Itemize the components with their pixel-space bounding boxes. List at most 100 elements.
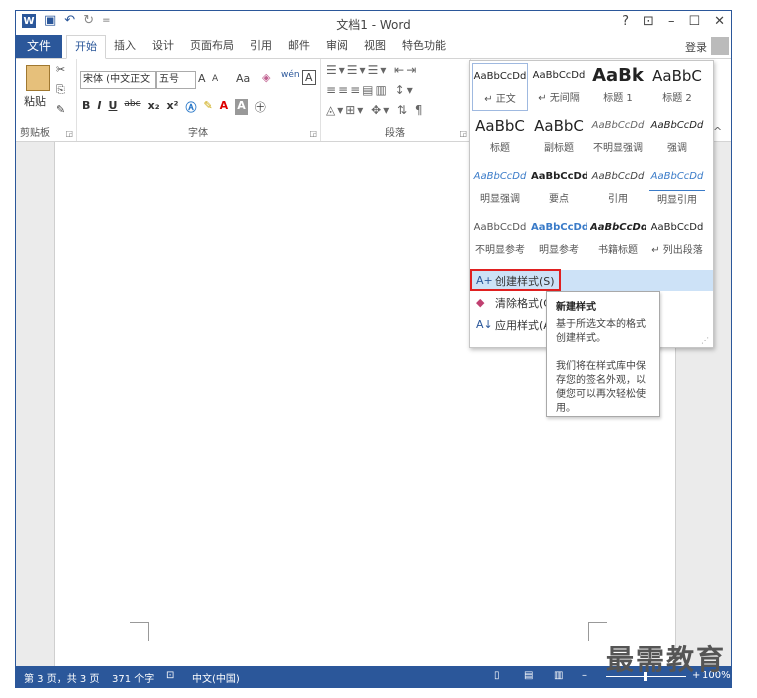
style-heading-1[interactable]: AaBk 标题 1 <box>590 63 646 111</box>
avatar[interactable] <box>711 37 729 55</box>
style-quote[interactable]: AaBbCcDd 引用 <box>590 164 646 212</box>
phonetic-icon[interactable]: wén <box>281 70 300 80</box>
title-bar: W ▣ ↶ ↻ = 文档1 - Word ? ⊡ – ☐ ✕ <box>16 11 731 35</box>
zoom-out-icon[interactable]: – <box>582 670 587 681</box>
shrink-font-button[interactable]: A <box>212 74 218 84</box>
list-icons[interactable]: ☰▾☰▾☰▾ ⇤⇥ <box>326 63 418 77</box>
font-group: 宋体 (中文正文 五号 A A Aa ◈ wén A B I U abc x₂ … <box>76 59 321 141</box>
tab-insert[interactable]: 插入 <box>106 35 144 59</box>
create-style-tooltip: 新建样式 基于所选文本的格式创建样式。 我们将在样式库中保存您的签名外观，以便您… <box>546 291 660 417</box>
format-painter-icon[interactable]: ✎ <box>56 103 65 116</box>
style-subtle-reference[interactable]: AaBbCcDd 不明显参考 <box>472 215 528 263</box>
font-launcher-icon[interactable]: ◲ <box>309 129 317 138</box>
ribbon-display-icon[interactable]: ⊡ <box>643 14 654 29</box>
style-book-title[interactable]: AaBbCcDd 书籍标题 <box>590 215 646 263</box>
paragraph-launcher-icon[interactable]: ◲ <box>459 129 467 138</box>
style-intense-quote[interactable]: AaBbCcDd 明显引用 <box>649 164 705 212</box>
align-icons[interactable]: ≡≡≡▤▥ ↕▾ <box>326 83 415 97</box>
tab-special[interactable]: 特色功能 <box>394 35 454 59</box>
style-subtitle[interactable]: AaBbC 副标题 <box>531 113 587 161</box>
style-strong[interactable]: AaBbCcDd 要点 <box>531 164 587 212</box>
maximize-icon[interactable]: ☐ <box>688 14 700 29</box>
crop-mark-right <box>588 622 607 641</box>
style-name: 副标题 <box>544 143 574 154</box>
style-sample: AaBbCcDd <box>531 171 587 182</box>
highlight-icon[interactable]: ✎ <box>203 99 212 115</box>
language[interactable]: 中文(中国) <box>192 670 240 685</box>
window-controls: ? ⊡ – ☐ ✕ <box>622 14 725 29</box>
change-case-button[interactable]: Aa <box>236 72 250 85</box>
paragraph-label: 段落 <box>385 128 405 139</box>
tab-references[interactable]: 引用 <box>242 35 280 59</box>
font-name-select[interactable]: 宋体 (中文正文 <box>80 71 156 89</box>
style-name: ↵ 无间隔 <box>538 93 580 104</box>
style-no-spacing[interactable]: AaBbCcDd ↵ 无间隔 <box>531 63 587 111</box>
collapse-ribbon-icon[interactable]: ^ <box>713 125 722 138</box>
tab-layout[interactable]: 页面布局 <box>182 35 242 59</box>
font-color-icon[interactable]: A <box>220 99 229 115</box>
style-sample: AaBbCcDd <box>650 120 704 131</box>
word-count[interactable]: 371 个字 <box>112 670 154 685</box>
style-intense-emphasis[interactable]: AaBbCcDd 明显强调 <box>472 164 528 212</box>
italic-button[interactable]: I <box>97 99 101 115</box>
read-mode-icon[interactable]: ▯ <box>494 670 500 681</box>
style-sample: AaBbC <box>534 117 584 135</box>
web-layout-icon[interactable]: ▥ <box>554 670 563 681</box>
style-name: 引用 <box>608 194 628 205</box>
cut-icon[interactable]: ✂ <box>56 63 65 76</box>
style-sample: AaBbCcDd <box>591 120 645 131</box>
style-sample: AaBbCcDd <box>473 71 527 82</box>
tab-file[interactable]: 文件 <box>16 35 62 58</box>
minimize-icon[interactable]: – <box>668 14 675 29</box>
copy-icon[interactable]: ⎘ <box>56 83 65 97</box>
style-name: ↵ 列出段落 <box>651 245 703 256</box>
strike-button[interactable]: abc <box>124 99 140 115</box>
print-layout-icon[interactable]: ▤ <box>524 670 533 681</box>
superscript-button[interactable]: x² <box>167 99 179 115</box>
style-list-paragraph[interactable]: AaBbCcDd ↵ 列出段落 <box>649 215 705 263</box>
bold-button[interactable]: B <box>82 99 90 115</box>
paste-button[interactable]: 粘贴 <box>24 93 46 109</box>
login-link[interactable]: 登录 <box>685 39 707 55</box>
tab-mailings[interactable]: 邮件 <box>280 35 318 59</box>
grow-font-button[interactable]: A <box>198 72 206 85</box>
font-size-select[interactable]: 五号 <box>156 71 196 89</box>
proofing-icon[interactable]: ⊡ <box>166 670 174 681</box>
clipboard-launcher-icon[interactable]: ◲ <box>65 129 73 138</box>
format-row: B I U abc x₂ x² Ⓐ ✎ A A ㊉ <box>82 99 266 115</box>
style-name: 标题 2 <box>662 93 692 104</box>
paste-icon[interactable] <box>26 65 50 91</box>
style-intense-reference[interactable]: AaBbCcDd 明显参考 <box>531 215 587 263</box>
tooltip-title: 新建样式 <box>556 302 596 313</box>
style-title[interactable]: AaBbC 标题 <box>472 113 528 161</box>
subscript-button[interactable]: x₂ <box>148 99 160 115</box>
style-subtle-emphasis[interactable]: AaBbCcDd 不明显强调 <box>590 113 646 161</box>
style-sample: AaBbC <box>652 67 702 85</box>
close-icon[interactable]: ✕ <box>714 14 725 29</box>
tab-design[interactable]: 设计 <box>144 35 182 59</box>
char-border-icon[interactable]: A <box>302 70 316 85</box>
style-heading-2[interactable]: AaBbC 标题 2 <box>649 63 705 111</box>
enclose-char-icon[interactable]: ㊉ <box>255 99 266 115</box>
shading-border-icons[interactable]: ◬▾⊞▾ ✥▾ ⇅ ¶ <box>326 103 425 117</box>
style-normal[interactable]: AaBbCcDd ↵ 正文 <box>472 63 528 111</box>
style-emphasis[interactable]: AaBbCcDd 强调 <box>649 113 705 161</box>
style-name: 不明显强调 <box>593 143 643 154</box>
style-name: 明显参考 <box>539 245 579 256</box>
style-sample: AaBbC <box>475 117 525 135</box>
tab-review[interactable]: 审阅 <box>318 35 356 59</box>
page-count[interactable]: 第 3 页，共 3 页 <box>24 670 99 685</box>
char-shading-icon[interactable]: A <box>235 99 248 115</box>
tab-view[interactable]: 视图 <box>356 35 394 59</box>
underline-button[interactable]: U <box>108 99 117 115</box>
help-icon[interactable]: ? <box>622 14 629 29</box>
watermark-logo: 最需教育 <box>606 643 727 676</box>
clear-format-icon[interactable]: ◈ <box>262 71 270 84</box>
style-sample: AaBbCcDd <box>473 171 527 182</box>
text-effect-icon[interactable]: Ⓐ <box>185 99 196 115</box>
style-name: 书籍标题 <box>598 245 638 256</box>
tab-home[interactable]: 开始 <box>66 35 106 59</box>
resize-grip-icon[interactable]: ⋰ <box>701 336 709 345</box>
apply-style-icon: A↓ <box>476 318 493 331</box>
style-sample: AaBbCcDd <box>532 70 586 81</box>
